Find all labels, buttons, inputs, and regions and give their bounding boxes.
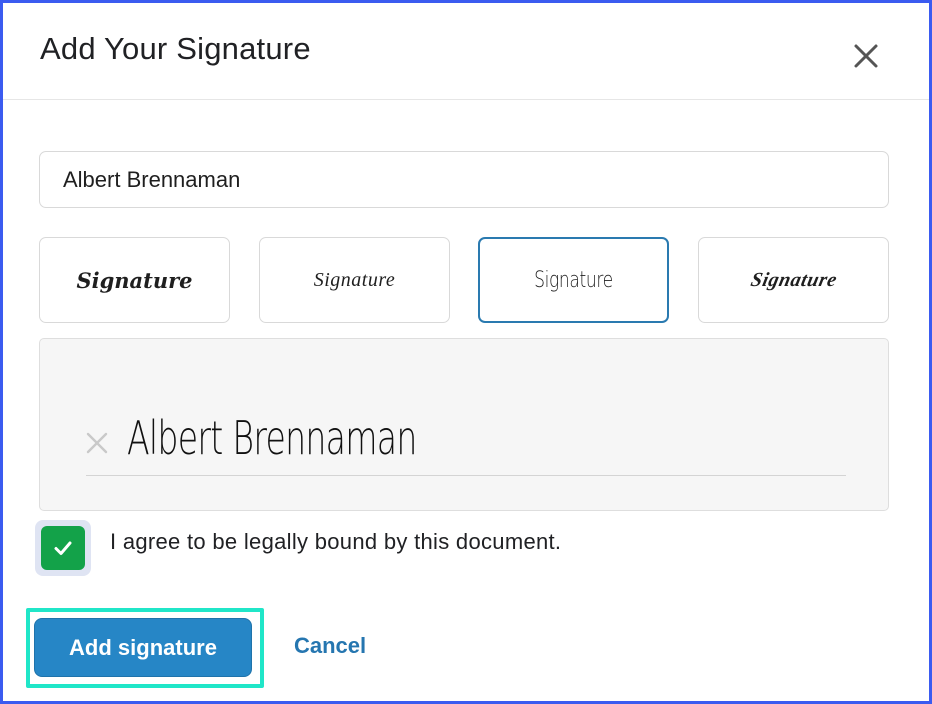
signature-preview-text: Albert Brennaman <box>127 411 417 465</box>
checkbox-box <box>41 526 85 570</box>
signature-style-option-2[interactable]: Signature <box>259 237 450 323</box>
add-signature-button[interactable]: Add signature <box>34 618 252 677</box>
close-button[interactable] <box>849 39 883 73</box>
agreement-checkbox[interactable] <box>35 520 91 576</box>
cancel-button[interactable]: Cancel <box>294 633 366 659</box>
signature-style-sample: Signature <box>534 267 613 293</box>
signature-style-option-3[interactable]: Signature <box>478 237 669 323</box>
checkmark-icon <box>54 541 72 555</box>
signature-style-option-4[interactable]: Signature <box>698 237 889 323</box>
signature-style-sample: Signature <box>313 268 396 291</box>
signature-style-option-1[interactable]: Signature <box>39 237 230 323</box>
signature-style-sample: Signature <box>76 267 193 293</box>
clear-x-icon <box>86 432 108 454</box>
signature-dialog: Add Your Signature Signature Signature S… <box>0 0 932 704</box>
agreement-label: I agree to be legally bound by this docu… <box>110 529 562 554</box>
clear-signature-button[interactable] <box>85 431 109 455</box>
signer-name-input[interactable] <box>39 151 889 208</box>
close-icon <box>854 44 878 68</box>
dialog-header: Add Your Signature <box>3 3 929 100</box>
signature-baseline <box>86 475 846 476</box>
signature-style-sample: Signature <box>748 268 839 291</box>
signature-preview-pad[interactable]: Albert Brennaman <box>39 338 889 511</box>
dialog-title: Add Your Signature <box>40 31 311 66</box>
